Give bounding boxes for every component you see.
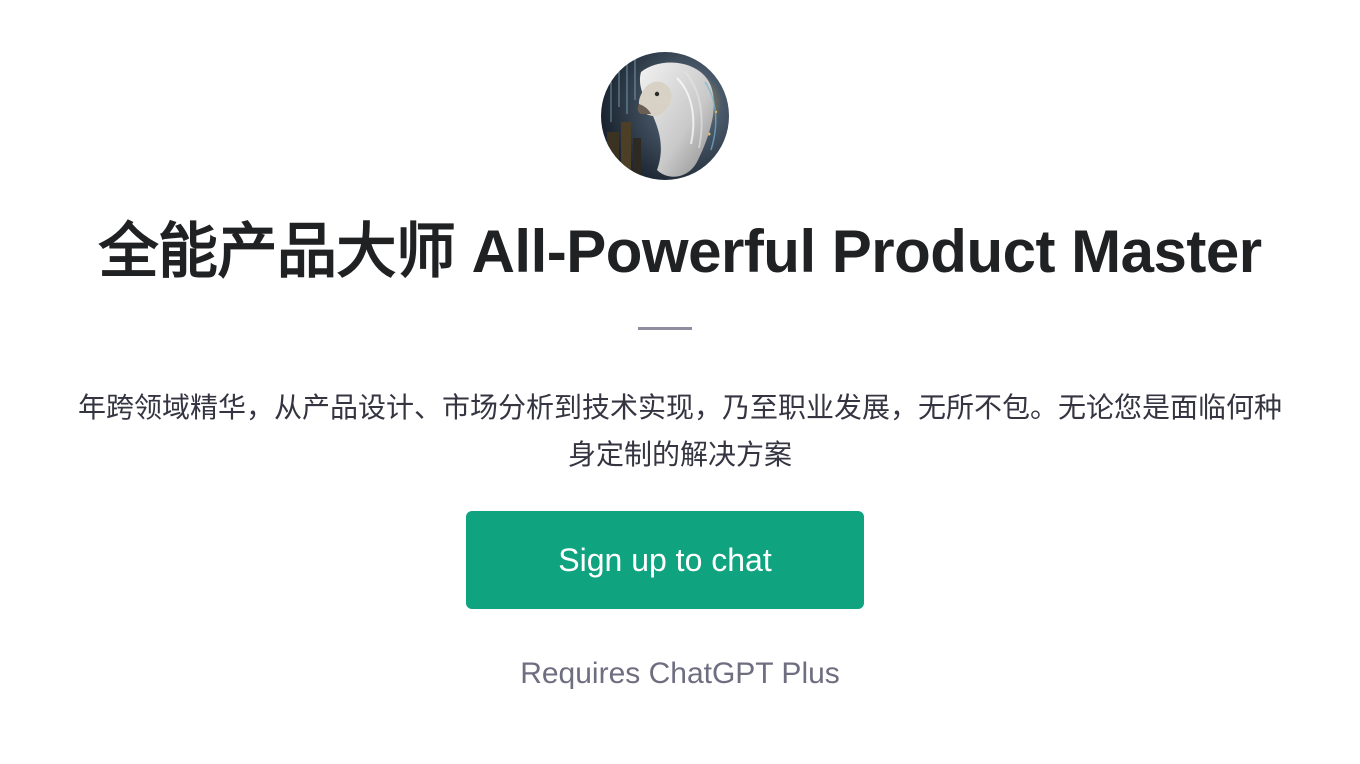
sign-up-to-chat-button[interactable]: Sign up to chat <box>466 511 864 609</box>
description-line-1: 年跨领域精华，从产品设计、市场分析到技术实现，乃至职业发展，无所不包。无论您是面… <box>77 392 1282 423</box>
description-line-2: 身定制的解决方案 <box>567 439 792 470</box>
gpt-landing-page: 全能产品大师 All-Powerful Product Master 年跨领域精… <box>0 0 1360 764</box>
gpt-title: 全能产品大师 All-Powerful Product Master <box>98 218 1262 285</box>
requires-plus-note: Requires ChatGPT Plus <box>520 657 840 690</box>
title-divider <box>638 327 692 330</box>
gpt-description: 年跨领域精华，从产品设计、市场分析到技术实现，乃至职业发展，无所不包。无论您是面… <box>0 384 1360 478</box>
lion-portrait-icon <box>601 52 729 180</box>
gpt-avatar <box>601 52 729 180</box>
